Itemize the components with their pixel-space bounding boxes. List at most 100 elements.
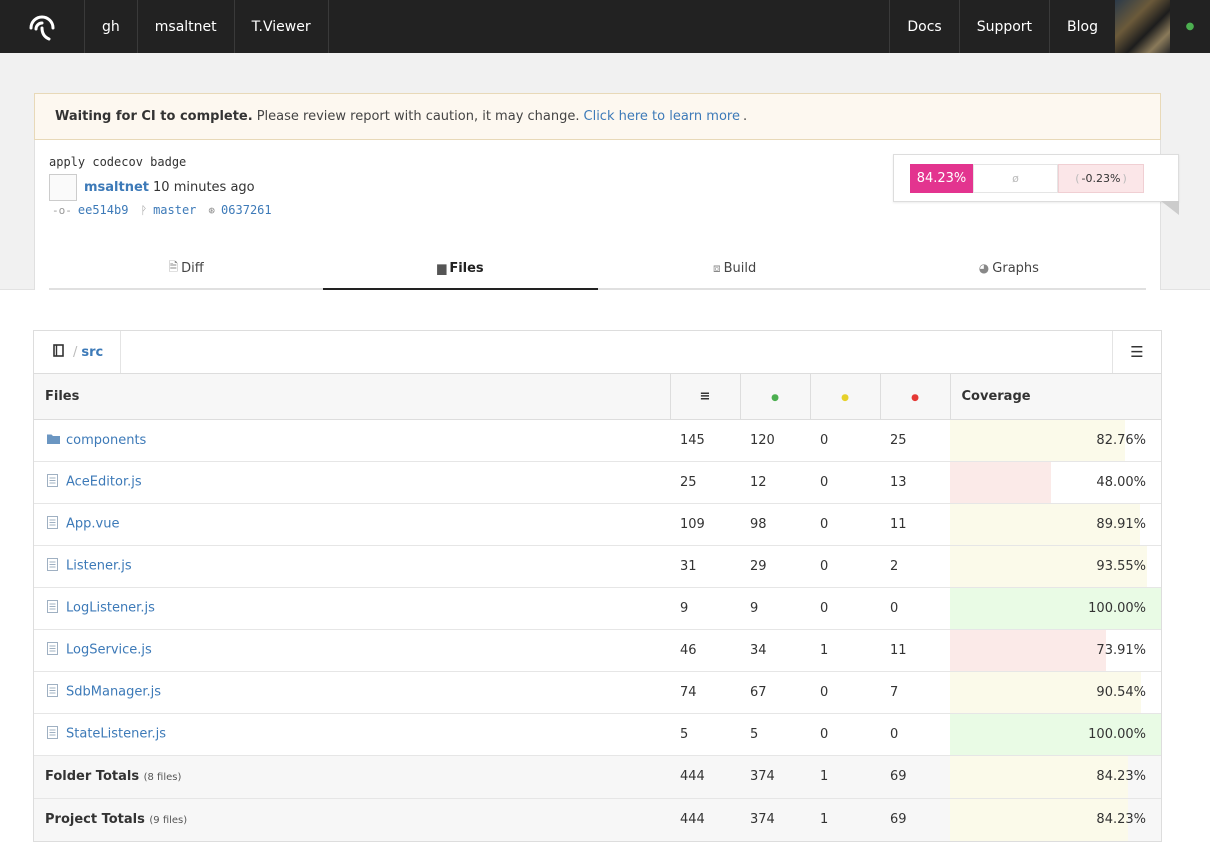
- lines-cell: 46: [670, 629, 740, 672]
- tab-graphs[interactable]: ◕ Graphs: [872, 250, 1146, 288]
- lines-cell: 25: [670, 461, 740, 504]
- misses-header-icon[interactable]: ●: [879, 374, 950, 420]
- totals-coverage-cell: 84.23%: [950, 755, 1161, 799]
- table-row[interactable]: SdbManager.js 74 67 0 7 90.54%: [34, 671, 1161, 714]
- hits-cell: 98: [740, 503, 810, 546]
- coverage-header[interactable]: Coverage: [949, 374, 1161, 420]
- totals-row: Project Totals (9 files) 444 374 1 69 84.23%: [34, 798, 1161, 841]
- tab-build[interactable]: ⧈ Build: [598, 250, 872, 288]
- totals-label: Project Totals: [45, 812, 145, 828]
- report-tabs: 🗎 Diff ▆ Files ⧈ Build ◕ Graphs: [49, 250, 1146, 290]
- nav-blog[interactable]: Blog: [1049, 0, 1115, 53]
- top-nav: gh msaltnet T.Viewer Docs Support Blog ●: [0, 0, 1210, 53]
- user-avatar[interactable]: [1115, 0, 1170, 53]
- coverage-value: 90.54%: [1096, 684, 1146, 700]
- totals-misses-cell: 69: [880, 755, 950, 799]
- file-link[interactable]: AceEditor.js: [66, 475, 142, 490]
- misses-cell: 7: [880, 671, 950, 714]
- commit-sha[interactable]: ee514b9: [78, 203, 129, 217]
- coverage-change: (-0.23%): [1058, 164, 1144, 193]
- totals-coverage-value: 84.23%: [1096, 769, 1146, 784]
- hits-cell: 5: [740, 713, 810, 756]
- coverage-value: 48.00%: [1096, 474, 1146, 490]
- coverage-value: 82.76%: [1096, 432, 1146, 448]
- hits-cell: 29: [740, 545, 810, 588]
- file-link[interactable]: App.vue: [66, 517, 119, 532]
- author-name[interactable]: msaltnet: [84, 180, 149, 195]
- nav-docs[interactable]: Docs: [889, 0, 958, 53]
- folder-icon: [47, 433, 60, 447]
- file-link[interactable]: components: [66, 433, 146, 448]
- branch-icon: ᚹ: [140, 203, 148, 217]
- lines-cell: 9: [670, 587, 740, 630]
- file-link[interactable]: SdbManager.js: [66, 685, 161, 700]
- totals-misses-cell: 69: [880, 798, 950, 841]
- branch-name[interactable]: master: [153, 203, 196, 217]
- coverage-bar: [950, 629, 1106, 671]
- repo-book-icon[interactable]: [53, 343, 65, 361]
- tab-graphs-label: Graphs: [992, 260, 1039, 276]
- nav-gh[interactable]: gh: [85, 0, 138, 53]
- file-link[interactable]: StateListener.js: [66, 727, 166, 742]
- coverage-value: 89.91%: [1096, 516, 1146, 532]
- status-dot-icon: ●: [1185, 21, 1195, 32]
- lines-header-icon[interactable]: ≡: [669, 374, 740, 420]
- table-row[interactable]: Listener.js 31 29 0 2 93.55%: [34, 545, 1161, 588]
- list-view-icon[interactable]: ☰: [1112, 331, 1161, 373]
- codecov-logo-icon[interactable]: [0, 0, 85, 53]
- notice-bold: Waiting for CI to complete.: [55, 109, 253, 124]
- table-row[interactable]: LogService.js 46 34 1 11 73.91%: [34, 629, 1161, 672]
- breadcrumb-src[interactable]: src: [81, 345, 103, 360]
- file-icon: [47, 642, 60, 658]
- author-row: msaltnet 10 minutes ago: [49, 174, 255, 201]
- table-row[interactable]: App.vue 109 98 0 11 89.91%: [34, 503, 1161, 546]
- files-table-panel: / src ☰ Files ≡ ● ● ● Coverage component…: [33, 330, 1162, 842]
- file-name-cell: LogListener.js: [34, 587, 670, 630]
- author-avatar: [49, 174, 77, 201]
- tab-files[interactable]: ▆ Files: [323, 250, 598, 290]
- nav-owner[interactable]: msaltnet: [138, 0, 235, 53]
- nav-support[interactable]: Support: [958, 0, 1049, 53]
- table-row[interactable]: components 145 120 0 25 82.76%: [34, 419, 1161, 462]
- file-icon: [47, 516, 60, 532]
- coverage-cell: 89.91%: [950, 503, 1161, 546]
- totals-note: (8 files): [143, 772, 182, 783]
- hits-header-icon[interactable]: ●: [739, 374, 810, 420]
- partials-header-icon[interactable]: ●: [809, 374, 880, 420]
- lines-cell: 145: [670, 419, 740, 462]
- tab-files-label: Files: [449, 260, 484, 276]
- files-header[interactable]: Files: [34, 374, 670, 420]
- nav-repo[interactable]: T.Viewer: [235, 0, 329, 53]
- file-link[interactable]: LogListener.js: [66, 601, 155, 616]
- tab-diff[interactable]: 🗎 Diff: [49, 250, 323, 288]
- table-row[interactable]: LogListener.js 9 9 0 0 100.00%: [34, 587, 1161, 630]
- breadcrumb: / src ☰: [34, 331, 1161, 374]
- learn-more-link[interactable]: Click here to learn more: [584, 109, 740, 124]
- coverage-cell: 90.54%: [950, 671, 1161, 714]
- folder-icon: ▆: [437, 261, 447, 275]
- file-link[interactable]: LogService.js: [66, 643, 152, 658]
- pie-chart-icon: ◕: [978, 261, 990, 275]
- file-name-cell: components: [34, 419, 670, 462]
- totals-lines-cell: 444: [670, 798, 740, 841]
- table-row[interactable]: AceEditor.js 25 12 0 13 48.00%: [34, 461, 1161, 504]
- base-sha[interactable]: 0637261: [221, 203, 272, 217]
- partials-cell: 1: [810, 629, 880, 672]
- coverage-value: 100.00%: [1088, 726, 1146, 742]
- table-row[interactable]: StateListener.js 5 5 0 0 100.00%: [34, 713, 1161, 756]
- file-link[interactable]: Listener.js: [66, 559, 132, 574]
- ci-notice: Waiting for CI to complete. Please revie…: [34, 93, 1161, 140]
- patch-coverage: ø: [973, 164, 1058, 193]
- file-icon: [47, 558, 60, 574]
- lines-cell: 5: [670, 713, 740, 756]
- totals-coverage-value: 84.23%: [1096, 812, 1146, 828]
- partials-cell: 0: [810, 545, 880, 588]
- hits-cell: 67: [740, 671, 810, 714]
- head-coverage: 84.23%: [910, 164, 973, 193]
- commit-message: apply codecov badge: [49, 155, 187, 169]
- breadcrumb-separator: /: [73, 344, 78, 360]
- file-icon: [47, 600, 60, 616]
- coverage-summary: 84.23% ø (-0.23%): [893, 154, 1179, 215]
- ribbon-fold: [1161, 201, 1179, 215]
- file-name-cell: LogService.js: [34, 629, 670, 672]
